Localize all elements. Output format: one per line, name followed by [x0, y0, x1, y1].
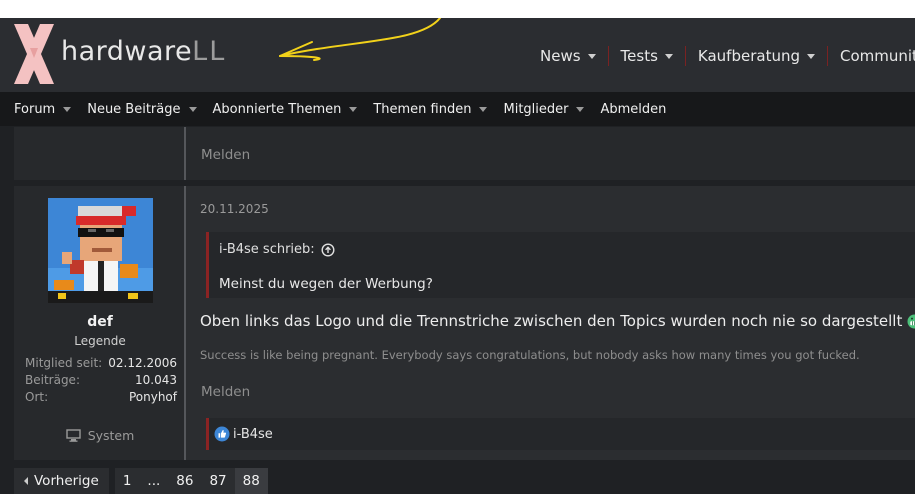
post-date[interactable]: 20.11.2025: [200, 202, 269, 216]
subnav-neue-beitraege[interactable]: Neue Beiträge: [87, 101, 197, 117]
nav-community[interactable]: Community: [826, 46, 915, 66]
chevron-left-icon: [24, 477, 28, 485]
nav-kaufberatung[interactable]: Kaufberatung: [684, 46, 827, 66]
report-link[interactable]: Melden: [201, 384, 250, 400]
system-label: System: [87, 428, 135, 443]
chevron-down-icon: [587, 53, 596, 59]
sub-nav: Forum Neue Beiträge Abonnierte Themen Th…: [0, 92, 915, 126]
quote-author: i-B4se schrieb:: [219, 242, 315, 257]
chevron-down-icon: [806, 53, 815, 59]
site-header: hardwareLL News Tests Kaufberatung Commu…: [0, 18, 915, 92]
subnav-abmelden[interactable]: Abmelden: [600, 102, 666, 117]
page-link-current[interactable]: 88: [234, 468, 268, 494]
page-link[interactable]: 1: [115, 468, 140, 494]
post-message: Oben links das Logo und die Trennstriche…: [200, 312, 915, 330]
previous-post: Melden: [14, 127, 915, 180]
site-logo[interactable]: hardwareLL: [14, 24, 254, 84]
chevron-down-icon: [479, 106, 488, 112]
chevron-down-icon: [349, 106, 358, 112]
user-title: Legende: [74, 334, 126, 348]
quote-block: i-B4se schrieb: Meinst du wegen der Werb…: [206, 232, 915, 298]
top-strip: [0, 0, 915, 18]
monitor-icon: [65, 429, 81, 442]
message-text: Oben links das Logo und die Trennstriche…: [200, 312, 903, 330]
subnav-label: Mitglieder: [503, 101, 569, 117]
arrow-up-circle-icon: [321, 242, 335, 257]
chevron-down-icon: [576, 106, 585, 112]
subnav-label: Abonnierte Themen: [212, 101, 342, 117]
page-list: 1 ... 86 87 88: [114, 468, 268, 494]
stat-row: Mitglied seit: 02.12.2006: [25, 356, 177, 370]
subnav-mitglieder[interactable]: Mitglieder: [503, 101, 585, 117]
prev-label: Vorherige: [34, 473, 99, 489]
stat-row: Ort: Ponyhof: [25, 390, 177, 404]
nav-label: Tests: [620, 47, 658, 65]
reactions-bar[interactable]: i-B4se: [206, 418, 915, 450]
logo-wordmark: hardwareLL: [61, 36, 226, 67]
nav-tests[interactable]: Tests: [607, 46, 685, 66]
logo-text: hardware: [61, 36, 193, 67]
username[interactable]: def: [14, 314, 186, 330]
nav-label: Kaufberatung: [697, 47, 800, 65]
quote-header[interactable]: i-B4se schrieb:: [219, 242, 335, 257]
subnav-abonnierte-themen[interactable]: Abonnierte Themen: [213, 102, 358, 117]
stat-value: Ponyhof: [128, 390, 177, 404]
system-link[interactable]: System: [14, 428, 186, 443]
subnav-themen-finden[interactable]: Themen finden: [373, 101, 488, 117]
logo-x-mark: [14, 24, 54, 84]
subnav-forum[interactable]: Forum: [14, 101, 72, 117]
post-sidebar: def Legende Mitglied seit: 02.12.2006 Bei…: [14, 186, 186, 460]
annotation-arrow: [279, 18, 441, 61]
nav-label: Community: [839, 47, 915, 65]
stat-value: 02.12.2006: [108, 356, 177, 370]
main-nav: News Tests Kaufberatung Community: [540, 46, 915, 66]
quote-text: Meinst du wegen der Werbung?: [219, 276, 433, 292]
prev-page-button[interactable]: Vorherige: [14, 468, 109, 494]
like-icon: [214, 426, 230, 442]
user-stats: Mitglied seit: 02.12.2006 Beiträge: 10.043…: [25, 356, 177, 407]
stat-row: Beiträge: 10.043: [25, 373, 177, 387]
page-link[interactable]: 87: [201, 468, 234, 494]
pagination: Vorherige 1 ... 86 87 88: [14, 468, 268, 494]
subnav-label: Forum: [14, 101, 56, 117]
logo-suffix: LL: [192, 36, 227, 67]
chevron-down-icon: [188, 106, 197, 112]
report-link[interactable]: Melden: [201, 147, 250, 163]
stat-key: Ort:: [25, 390, 49, 404]
chevron-down-icon: [664, 53, 673, 59]
nav-label: News: [540, 47, 581, 65]
post-sidebar: [14, 127, 186, 180]
user-signature: Success is like being pregnant. Everybod…: [200, 348, 860, 362]
avatar[interactable]: [48, 198, 153, 303]
stat-value: 10.043: [135, 373, 177, 387]
stat-key: Beiträge:: [25, 373, 80, 387]
avatar-pixel-art: [48, 198, 153, 303]
grimace-emoji-icon: [907, 314, 915, 328]
subnav-label: Neue Beiträge: [87, 101, 181, 117]
nav-news[interactable]: News: [540, 46, 608, 66]
page-link[interactable]: 86: [168, 468, 201, 494]
subnav-label: Themen finden: [373, 101, 472, 117]
subnav-label: Abmelden: [600, 101, 667, 117]
stat-key: Mitglied seit:: [25, 356, 103, 370]
forum-post: def Legende Mitglied seit: 02.12.2006 Bei…: [14, 186, 915, 460]
chevron-down-icon: [63, 106, 72, 112]
reaction-users: i-B4se: [233, 426, 273, 442]
page-ellipsis[interactable]: ...: [139, 468, 168, 494]
